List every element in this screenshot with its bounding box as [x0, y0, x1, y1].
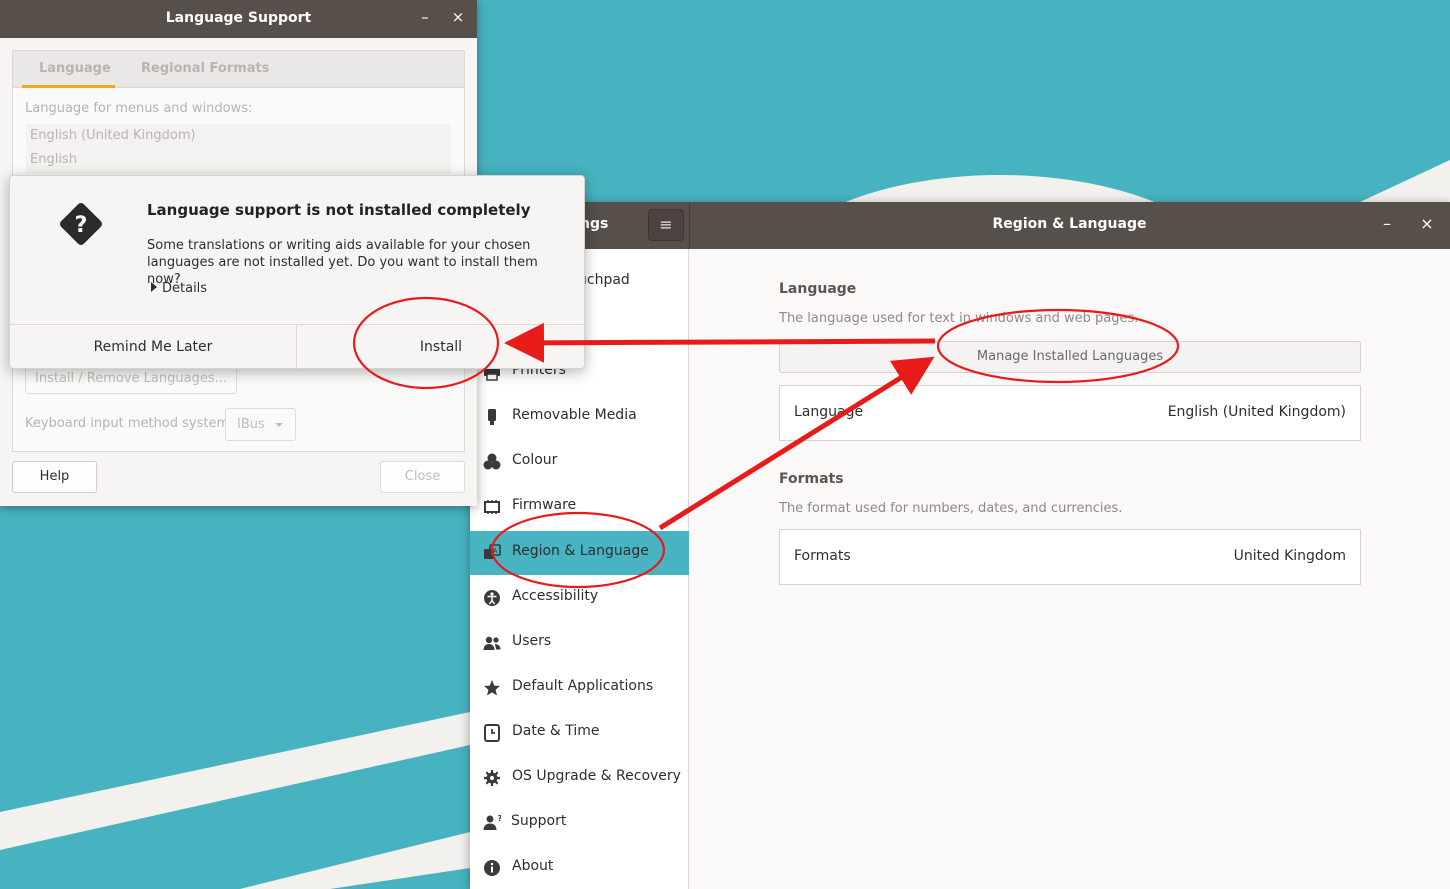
- sidebar-item-label: Default Applications: [512, 678, 654, 694]
- settings-headerbar: ngs ≡ Region & Language – ×: [470, 202, 1450, 249]
- language-row-label: Language: [794, 404, 864, 420]
- sidebar-item-label: uchpad: [578, 272, 630, 288]
- sidebar-item-label: Support: [511, 813, 567, 829]
- sidebar-item-support[interactable]: ? Support: [470, 801, 689, 845]
- support-person-icon: ?: [483, 814, 503, 832]
- info-icon: [483, 859, 501, 877]
- close-button[interactable]: ×: [1417, 214, 1437, 236]
- sidebar-item-region-language[interactable]: A Region & Language: [470, 531, 689, 575]
- language-row-value: English (United Kingdom): [1167, 404, 1346, 420]
- question-diamond-icon: ?: [55, 198, 107, 250]
- tab-bar: Language Regional Formats: [13, 51, 464, 88]
- star-icon: [483, 679, 501, 697]
- sidebar-item-label: Firmware: [512, 497, 577, 513]
- language-support-titlebar: Language Support – ×: [0, 0, 477, 38]
- users-icon: [483, 634, 501, 652]
- formats-heading: Formats: [779, 471, 844, 487]
- keyboard-input-label: Keyboard input method system:: [25, 416, 234, 431]
- accessibility-icon: [483, 589, 501, 607]
- language-description: The language used for text in windows an…: [779, 311, 1139, 326]
- svg-text:A: A: [493, 547, 498, 555]
- chevron-down-icon: [275, 423, 283, 427]
- minimize-button[interactable]: –: [1377, 214, 1397, 236]
- sidebar-item-label: Users: [512, 633, 552, 649]
- expander-triangle-icon: [151, 282, 157, 292]
- formats-row-label: Formats: [794, 548, 851, 564]
- close-button[interactable]: ×: [448, 8, 468, 30]
- sidebar-item-default-applications[interactable]: Default Applications: [470, 666, 689, 710]
- sidebar-item-firmware[interactable]: Firmware: [470, 485, 689, 529]
- formats-row-value: United Kingdom: [1233, 548, 1346, 564]
- tab-regional-formats[interactable]: Regional Formats: [141, 61, 270, 76]
- language-heading: Language: [779, 281, 857, 297]
- details-label: Details: [162, 281, 208, 296]
- sidebar-item-label: Region & Language: [512, 543, 649, 559]
- tab-language[interactable]: Language: [39, 61, 111, 76]
- close-dialog-button[interactable]: Close: [380, 461, 465, 493]
- formats-description: The format used for numbers, dates, and …: [779, 501, 1123, 516]
- sidebar-item-label: About: [512, 858, 554, 874]
- combo-value: IBus: [237, 417, 265, 432]
- dialog-action-area: Remind Me Later Install: [10, 324, 584, 369]
- sidebar-item-os-upgrade[interactable]: OS Upgrade & Recovery: [470, 756, 689, 800]
- sidebar-item-users[interactable]: Users: [470, 621, 689, 665]
- sidebar-item-label: Date & Time: [512, 723, 600, 739]
- language-list[interactable]: English (United Kingdom) English: [26, 124, 451, 174]
- help-button[interactable]: Help: [12, 461, 97, 493]
- active-tab-indicator: [22, 85, 115, 88]
- menu-icon: ≡: [659, 215, 673, 234]
- sidebar-item-colour[interactable]: Colour: [470, 440, 689, 484]
- clock-icon: [483, 724, 501, 742]
- svg-text:?: ?: [75, 213, 88, 238]
- sidebar-item-label: OS Upgrade & Recovery: [512, 768, 681, 784]
- language-support-title: Language Support: [165, 10, 312, 26]
- dialog-title: Language support is not installed comple…: [147, 201, 531, 219]
- svg-text:?: ?: [498, 814, 502, 823]
- color-circles-icon: [483, 453, 501, 471]
- list-item[interactable]: English (United Kingdom): [30, 128, 196, 143]
- language-support-incomplete-dialog: ? Language support is not installed comp…: [9, 175, 585, 369]
- usb-drive-icon: [483, 408, 501, 426]
- region-language-panel: Language The language used for text in w…: [690, 249, 1450, 889]
- manage-installed-languages-button[interactable]: Manage Installed Languages: [779, 341, 1361, 373]
- settings-window: ngs ≡ Region & Language – × uchpad Print…: [470, 202, 1450, 889]
- sidebar-item-accessibility[interactable]: Accessibility: [470, 576, 689, 620]
- minimize-button[interactable]: –: [415, 8, 435, 30]
- sidebar-item-label: Colour: [512, 452, 558, 468]
- menus-language-label: Language for menus and windows:: [25, 101, 253, 116]
- formats-row[interactable]: Formats United Kingdom: [779, 529, 1361, 585]
- sidebar-item-label: Accessibility: [512, 588, 599, 604]
- language-row[interactable]: Language English (United Kingdom): [779, 385, 1361, 441]
- dialog-message: Some translations or writing aids availa…: [147, 238, 538, 287]
- gear-icon: [483, 769, 501, 787]
- remind-me-later-button[interactable]: Remind Me Later: [10, 325, 297, 369]
- sidebar-item-about[interactable]: About: [470, 846, 689, 889]
- list-item[interactable]: English: [30, 152, 77, 167]
- sidebar-item-label: Removable Media: [512, 407, 637, 423]
- hamburger-menu-button[interactable]: ≡: [648, 209, 684, 241]
- settings-window-title: Region & Language: [992, 216, 1147, 232]
- chip-icon: [483, 498, 501, 516]
- sidebar-item-removable-media[interactable]: Removable Media: [470, 395, 689, 439]
- sidebar-item-date-time[interactable]: Date & Time: [470, 711, 689, 755]
- details-expander[interactable]: Details: [151, 281, 207, 296]
- keyboard-input-combo[interactable]: IBus: [225, 408, 296, 441]
- install-button[interactable]: Install: [298, 325, 584, 369]
- language-icon: A: [483, 544, 501, 562]
